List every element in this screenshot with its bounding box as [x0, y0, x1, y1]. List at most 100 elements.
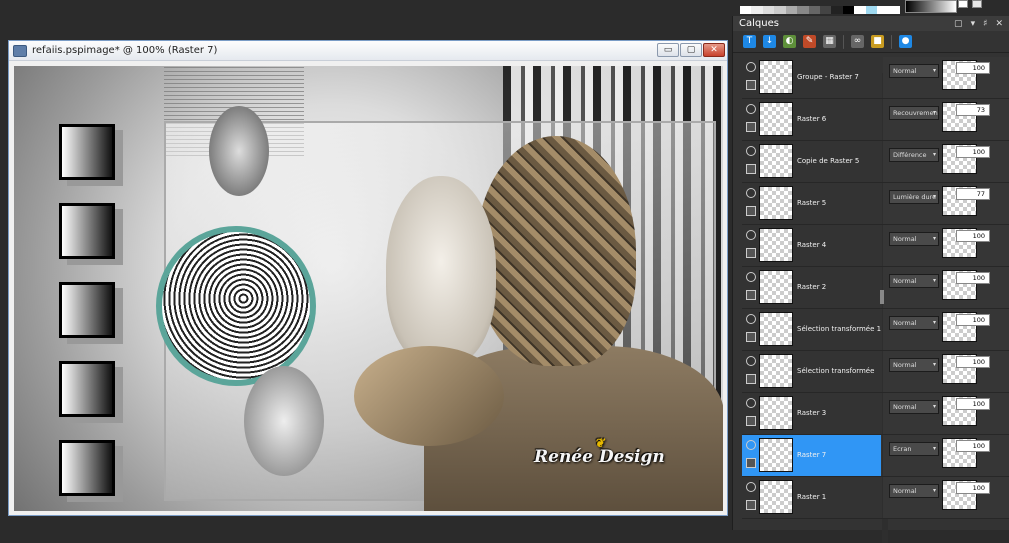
layer-name-cell[interactable]: Raster 7	[742, 435, 881, 476]
blend-mode-dropdown[interactable]: Recouvrement ▾	[889, 106, 939, 120]
layer-lock-icon[interactable]	[746, 500, 756, 510]
layer-name-cell[interactable]: Raster 5	[742, 183, 881, 224]
visibility-eye-icon[interactable]	[746, 356, 756, 366]
background-swatch[interactable]	[972, 0, 982, 8]
layer-row[interactable]: Raster 5 Lumière dure ▾ 77	[742, 183, 1009, 225]
new-adjustment-layer-icon[interactable]: ◐	[783, 35, 796, 48]
opacity-field[interactable]: 100	[956, 356, 990, 368]
blend-mode-dropdown[interactable]: Normal ▾	[889, 64, 939, 78]
close-button[interactable]: ✕	[703, 43, 725, 57]
layer-properties-cell: Normal ▾ 100	[883, 267, 1009, 308]
toolbar-separator	[843, 34, 844, 49]
blend-mode-dropdown[interactable]: Normal ▾	[889, 274, 939, 288]
layer-name: Groupe - Raster 7	[797, 73, 859, 81]
layer-row[interactable]: Copie de Raster 5 Différence ▾ 100	[742, 141, 1009, 183]
chevron-down-icon: ▾	[932, 319, 936, 326]
layer-row[interactable]: Raster 2 Normal ▾ 100	[742, 267, 1009, 309]
visibility-eye-icon[interactable]	[746, 62, 756, 72]
opacity-field[interactable]: 100	[956, 62, 990, 74]
layer-thumbnail	[759, 396, 793, 430]
opacity-field[interactable]: 73	[956, 104, 990, 116]
new-raster-layer-icon[interactable]: T	[743, 35, 756, 48]
visibility-eye-icon[interactable]	[746, 314, 756, 324]
chevron-down-icon: ▾	[932, 151, 936, 158]
opacity-field[interactable]: 100	[956, 230, 990, 242]
layer-row[interactable]: Raster 4 Normal ▾ 100	[742, 225, 1009, 267]
layer-row[interactable]: Raster 7 Ecran ▾ 100	[742, 435, 1009, 477]
foreground-swatch[interactable]	[958, 0, 968, 8]
layers-panel-header[interactable]: Calques ▢ ▾ ♯ ✕	[733, 16, 1009, 31]
delete-layer-icon[interactable]: ▦	[823, 35, 836, 48]
new-mask-icon[interactable]: ✎	[803, 35, 816, 48]
visibility-eye-icon[interactable]	[746, 398, 756, 408]
layer-lock-icon[interactable]	[746, 206, 756, 216]
layer-name-cell[interactable]: Sélection transformée 1	[742, 309, 881, 350]
layers-toolbar: T ↓ ◐ ✎ ▦ ∞ ■ ●	[733, 31, 1009, 53]
link-layers-icon[interactable]: ∞	[851, 35, 864, 48]
panel-float-icon[interactable]: ▢	[954, 19, 963, 29]
layer-name-cell[interactable]: Raster 1	[742, 477, 881, 518]
blend-mode-dropdown[interactable]: Normal ▾	[889, 400, 939, 414]
gradient-swatch[interactable]	[905, 0, 957, 13]
layer-thumbnail	[759, 186, 793, 220]
layer-name-cell[interactable]: Sélection transformée	[742, 351, 881, 392]
visibility-eye-icon[interactable]	[746, 482, 756, 492]
layer-lock-icon[interactable]	[746, 374, 756, 384]
layer-row[interactable]: Raster 3 Normal ▾ 100	[742, 393, 1009, 435]
restore-button[interactable]: ▢	[680, 43, 702, 57]
layer-lock-icon[interactable]	[746, 164, 756, 174]
opacity-field[interactable]: 100	[956, 146, 990, 158]
layer-properties-cell: Ecran ▾ 100	[883, 435, 1009, 476]
opacity-field[interactable]: 100	[956, 398, 990, 410]
layer-lock-icon[interactable]	[746, 248, 756, 258]
blend-mode-dropdown[interactable]: Ecran ▾	[889, 442, 939, 456]
opacity-field[interactable]: 100	[956, 272, 990, 284]
layer-name-cell[interactable]: Raster 3	[742, 393, 881, 434]
new-vector-layer-icon[interactable]: ↓	[763, 35, 776, 48]
image-canvas[interactable]: ❦ Renée Design	[14, 66, 723, 511]
visibility-eye-icon[interactable]	[746, 146, 756, 156]
layer-lock-icon[interactable]	[746, 458, 756, 468]
layer-lock-icon[interactable]	[746, 416, 756, 426]
opacity-field[interactable]: 100	[956, 440, 990, 452]
document-titlebar[interactable]: refaiis.pspimage* @ 100% (Raster 7)	[9, 41, 727, 61]
panel-menu-icon[interactable]: ▾	[971, 19, 976, 29]
blend-mode-value: Différence	[893, 151, 927, 159]
layer-row[interactable]: Sélection transformée Normal ▾ 100	[742, 351, 1009, 393]
visibility-eye-icon[interactable]	[746, 188, 756, 198]
layer-name-cell[interactable]: Groupe - Raster 7	[742, 57, 881, 98]
layer-row[interactable]: Groupe - Raster 7 Normal ▾ 100	[742, 57, 1009, 99]
layer-lock-icon[interactable]	[746, 332, 756, 342]
layer-name-cell[interactable]: Copie de Raster 5	[742, 141, 881, 182]
blend-mode-dropdown[interactable]: Normal ▾	[889, 484, 939, 498]
opacity-field[interactable]: 77	[956, 188, 990, 200]
panel-pin-icon[interactable]: ♯	[983, 19, 987, 29]
blend-mode-dropdown[interactable]: Normal ▾	[889, 232, 939, 246]
visibility-eye-icon[interactable]	[746, 440, 756, 450]
blend-mode-dropdown[interactable]: Différence ▾	[889, 148, 939, 162]
layer-row[interactable]: Raster 6 Recouvrement ▾ 73	[742, 99, 1009, 141]
blend-mode-dropdown[interactable]: Normal ▾	[889, 316, 939, 330]
layer-name: Copie de Raster 5	[797, 157, 860, 165]
visibility-eye-icon[interactable]	[746, 272, 756, 282]
layer-name-cell[interactable]: Raster 6	[742, 99, 881, 140]
layer-lock-icon[interactable]	[746, 122, 756, 132]
layer-name-cell[interactable]: Raster 4	[742, 225, 881, 266]
opacity-field[interactable]: 100	[956, 482, 990, 494]
layer-row[interactable]: Raster 1 Normal ▾ 100	[742, 477, 1009, 519]
layer-lock-icon[interactable]	[746, 290, 756, 300]
blend-mode-dropdown[interactable]: Lumière dure ▾	[889, 190, 939, 204]
panel-close-icon[interactable]: ✕	[995, 19, 1003, 29]
layer-lock-icon[interactable]	[746, 80, 756, 90]
lock-icon[interactable]: ■	[871, 35, 884, 48]
visibility-eye-icon[interactable]	[746, 104, 756, 114]
opacity-field[interactable]: 100	[956, 314, 990, 326]
layer-name-cell[interactable]: Raster 2	[742, 267, 881, 308]
blend-mode-dropdown[interactable]: Normal ▾	[889, 358, 939, 372]
minimize-button[interactable]: ▭	[657, 43, 679, 57]
visibility-eye-icon[interactable]	[746, 230, 756, 240]
layer-styles-icon[interactable]: ●	[899, 35, 912, 48]
layer-row[interactable]: Sélection transformée 1 Normal ▾ 100	[742, 309, 1009, 351]
panel-splitter-handle[interactable]	[880, 290, 884, 304]
color-palette-strip[interactable]	[740, 6, 900, 14]
